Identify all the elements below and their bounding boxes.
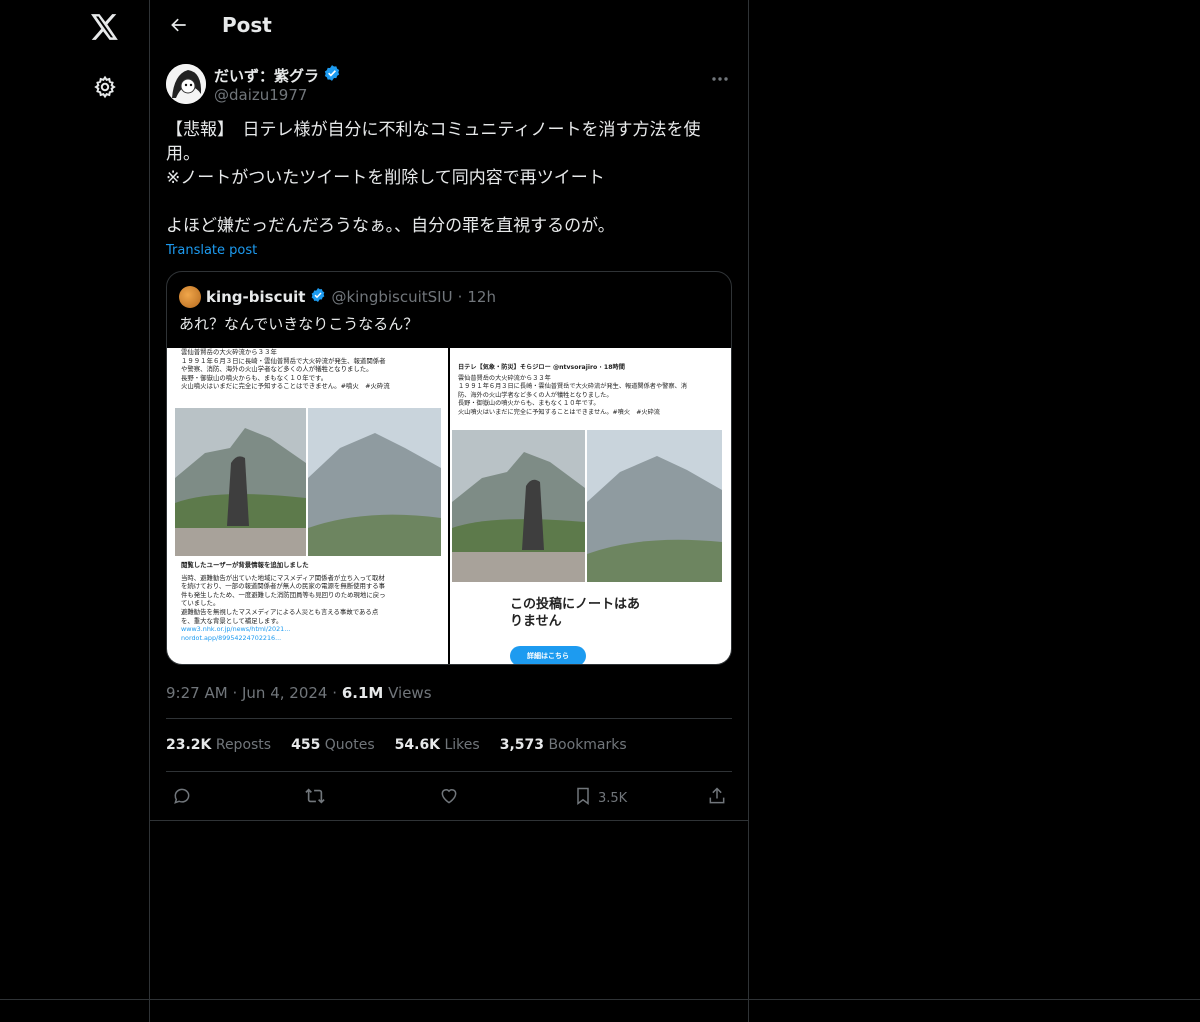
- author-name-text[interactable]: だいず：紫グラ: [214, 65, 319, 86]
- quotes-label: Quotes: [324, 737, 375, 753]
- quoted-post[interactable]: king-biscuit @kingbiscuitSIU · 12h あれ？なん…: [166, 271, 732, 665]
- bookmarks-stat[interactable]: 3,573 Bookmarks: [500, 737, 627, 753]
- like-button[interactable]: [439, 784, 459, 812]
- no-note-text: この投稿にノートはあ: [510, 597, 641, 612]
- separator-dot: ·: [332, 684, 338, 702]
- media-text-line: や警察、消防、海外の火山学者など多くの人が犠牲となりました。: [181, 365, 373, 374]
- volcano-photo: [452, 430, 722, 582]
- quoted-post-text: あれ？なんでいきなりこうなるん？: [179, 315, 419, 333]
- reply-button[interactable]: [172, 784, 192, 812]
- post-text: 【悲報】 日テレ様が自分に不利なコミュニティノートを消す方法を使用。 ※ノートが…: [166, 120, 701, 236]
- page-title: Post: [222, 13, 272, 37]
- note-line: 避難勧告を無視したマスメディアによる人災とも言える事故である点: [181, 607, 379, 616]
- media-account-line: 日テレ【気象・防災】そらジロー @ntvsorajiro · 18時間: [458, 364, 625, 371]
- post-author: だいず：紫グラ @daizu1977: [166, 64, 732, 108]
- note-line: を、重大な背景として補足します。: [181, 616, 283, 625]
- details-button[interactable]: 詳細はこちら: [510, 646, 586, 664]
- bookmark-count: 3.5K: [598, 790, 628, 806]
- likes-stat[interactable]: 54.6K Likes: [395, 737, 480, 753]
- share-button[interactable]: [707, 784, 727, 812]
- quoted-author-handle[interactable]: @kingbiscuitSIU: [331, 288, 452, 306]
- media-text-line: 雲仙普賢岳の大火砕流から３３年: [181, 348, 277, 356]
- media-text-line: 雲仙普賢岳の大火砕流から３３年: [458, 374, 551, 382]
- separator-dot: ·: [457, 288, 463, 306]
- reply-icon: [172, 786, 192, 810]
- quoted-media: 雲仙普賢岳の大火砕流から３３年 １９９１年６月３日に長崎・雲仙普賢岳で大火砕流が…: [167, 348, 731, 664]
- quoted-author-name[interactable]: king-biscuit: [206, 288, 305, 306]
- quotes-stat[interactable]: 455 Quotes: [291, 737, 375, 753]
- media-text-line: １９９１年６月３日に長崎・雲仙普賢岳で大火砕流が発生、報道関係者や警察、消: [458, 383, 687, 391]
- reposts-label: Reposts: [215, 737, 272, 753]
- x-logo-icon[interactable]: [87, 9, 123, 45]
- more-dots-icon: [711, 67, 729, 86]
- reposts-stat[interactable]: 23.2K Reposts: [166, 737, 271, 753]
- media-text-line: 火山噴火はいまだに完全に予知することはできません。#噴火 #火砕流: [458, 408, 660, 416]
- post-column: Post だいず：紫グラ @daizu1977 【悲報】 日テレ様が自分に不利な…: [150, 0, 749, 1022]
- note-line: 件も発生したため、一度避難した消防団員等も見回りのため現地に戻っ: [181, 590, 386, 599]
- post-time[interactable]: 9:27 AM: [166, 684, 228, 702]
- quotes-count: 455: [291, 737, 321, 753]
- likes-label: Likes: [444, 737, 480, 753]
- heart-icon: [439, 786, 459, 810]
- no-note-text: りません: [510, 614, 562, 629]
- reposts-count: 23.2K: [166, 737, 212, 753]
- media-text-line: 長野・御嶽山の噴火からも、まもなく１０年です。: [458, 400, 600, 408]
- note-line: ていました。: [181, 599, 220, 608]
- verified-badge-icon: [310, 287, 326, 307]
- quoted-avatar[interactable]: [179, 286, 201, 308]
- bookmark-icon: [574, 786, 592, 810]
- post-date[interactable]: Jun 4, 2024: [242, 684, 327, 702]
- bookmarks-count: 3,573: [499, 737, 544, 753]
- translate-post-link[interactable]: Translate post: [166, 243, 257, 258]
- post-meta: 9:27 AM · Jun 4, 2024 · 6.1M Views: [166, 684, 432, 702]
- divider: [150, 820, 748, 821]
- views-count: 6.1M: [341, 684, 384, 702]
- bookmarks-label: Bookmarks: [548, 737, 627, 753]
- media-text-line: 火山噴火はいまだに完全に予知することはできません。#噴火 #火砕流: [181, 382, 390, 391]
- note-line: 当時、避難勧告が出ていた地域にマスメディア関係者が立ち入って取材: [181, 573, 385, 582]
- note-link[interactable]: nordot.app/89954224702216...: [181, 634, 443, 643]
- back-button[interactable]: [162, 10, 196, 44]
- post-stats: 23.2K Reposts 455 Quotes 54.6K Likes 3,5…: [166, 737, 627, 753]
- repost-button[interactable]: [304, 784, 326, 812]
- post-header: Post: [150, 0, 748, 54]
- repost-icon: [304, 786, 326, 810]
- action-bar: 3.5K: [166, 784, 732, 812]
- share-icon: [707, 786, 727, 810]
- likes-count: 54.6K: [394, 737, 441, 753]
- media-text-line: １９９１年６月３日に長崎・雲仙普賢岳で大火砕流が発生、報道関係者: [181, 356, 386, 365]
- note-title: 閲覧したユーザーが背景情報を追加しました: [181, 561, 309, 569]
- media-image-right[interactable]: 日テレ【気象・防災】そらジロー @ntvsorajiro · 18時間 雲仙普賢…: [450, 348, 731, 664]
- left-nav: [0, 0, 150, 1022]
- note-link[interactable]: www3.nhk.or.jp/news/html/2021...: [181, 625, 443, 634]
- quoted-post-time[interactable]: 12h: [467, 288, 496, 306]
- arrow-left-icon: [169, 15, 189, 39]
- views-label: Views: [388, 684, 432, 702]
- gear-icon[interactable]: [87, 69, 123, 105]
- author-handle[interactable]: @daizu1977: [214, 86, 307, 104]
- divider: [0, 999, 1200, 1000]
- media-image-left[interactable]: 雲仙普賢岳の大火砕流から３３年 １９９１年６月３日に長崎・雲仙普賢岳で大火砕流が…: [167, 348, 448, 664]
- author-name[interactable]: だいず：紫グラ: [214, 64, 341, 86]
- separator-dot: ·: [232, 684, 238, 702]
- divider: [166, 771, 732, 772]
- note-line: を続けており、一部の報道関係者が無人の民家の電源を無断使用する事: [181, 582, 386, 591]
- more-options-button[interactable]: [708, 64, 732, 88]
- divider: [166, 718, 732, 719]
- bookmark-button[interactable]: 3.5K: [574, 784, 627, 812]
- verified-badge-icon: [323, 64, 341, 86]
- volcano-photo: [175, 408, 441, 556]
- avatar[interactable]: [166, 64, 206, 104]
- quoted-post-header: king-biscuit @kingbiscuitSIU · 12h: [179, 286, 496, 308]
